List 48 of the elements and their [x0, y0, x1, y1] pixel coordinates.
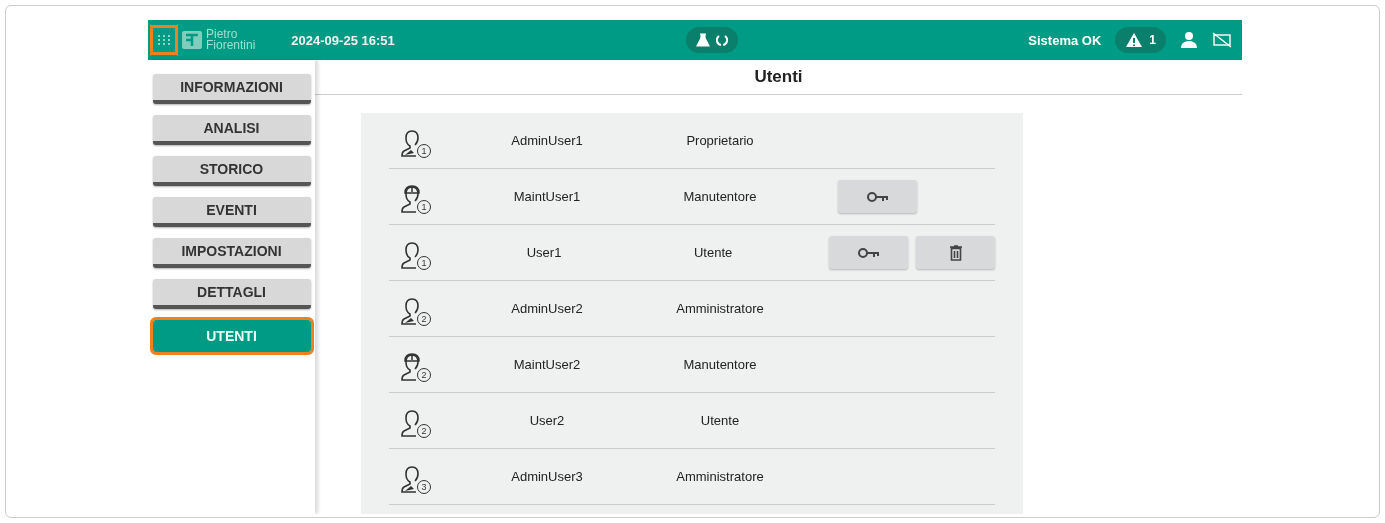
password-key-button[interactable] [838, 180, 917, 213]
sidebar-item[interactable]: DETTAGLI [152, 279, 311, 309]
user-name: AdminUser3 [510, 469, 584, 484]
refresh-icon [715, 34, 728, 46]
badge-number: 2 [417, 423, 431, 438]
user-name: AdminUser2 [510, 301, 584, 316]
badge-number: 1 [417, 199, 431, 214]
user-role: Amministratore [675, 469, 765, 484]
date-time: 2024-09-25 16:51 [291, 32, 395, 48]
user-role: Utente [692, 245, 734, 260]
badge-number: 2 [417, 367, 431, 382]
sidebar-item[interactable]: INFORMAZIONI [152, 74, 311, 104]
warning-icon [1125, 32, 1144, 48]
badge-number: 3 [417, 479, 431, 494]
user-icon[interactable] [1180, 31, 1198, 49]
company-logo-text: Pietro Fiorentini [206, 29, 256, 51]
sidebar-item[interactable]: EVENTI [152, 197, 311, 227]
user-name: AdminUser1 [510, 133, 584, 148]
alarm-count[interactable]: 1 [1149, 33, 1156, 47]
system-status: Sistema OK [1028, 32, 1102, 48]
grid-icon [157, 34, 171, 46]
sidebar-item[interactable]: ANALISI [152, 115, 311, 145]
trash-icon [949, 244, 962, 261]
user-name: User2 [528, 413, 566, 428]
user-role: Utente [699, 413, 741, 428]
password-key-button[interactable] [829, 236, 908, 269]
user-role: Amministratore [675, 301, 765, 316]
logo-icon [182, 31, 202, 49]
flask-icon [695, 33, 710, 47]
page-title: Utenti [315, 60, 1242, 95]
user-name: User1 [525, 245, 563, 260]
key-icon [866, 190, 889, 203]
connection-off-icon[interactable] [1212, 32, 1232, 48]
user-role: Manutentore [682, 357, 758, 372]
user-role: Manutentore [682, 189, 758, 204]
badge-number: 2 [417, 311, 431, 326]
badge-number: 1 [417, 255, 431, 270]
sidebar-item[interactable]: IMPOSTAZIONI [152, 238, 311, 268]
delete-button[interactable] [916, 236, 995, 269]
user-name: MaintUser1 [512, 189, 582, 204]
key-icon [857, 246, 880, 259]
worker-user-icon [401, 183, 423, 214]
user-role: Proprietario [685, 133, 755, 148]
sidebar-item[interactable]: STORICO [152, 156, 311, 186]
badge-number: 1 [417, 143, 431, 158]
user-name: MaintUser2 [512, 357, 582, 372]
analysis-status-pill[interactable] [685, 27, 738, 53]
worker-user-icon [401, 351, 423, 382]
